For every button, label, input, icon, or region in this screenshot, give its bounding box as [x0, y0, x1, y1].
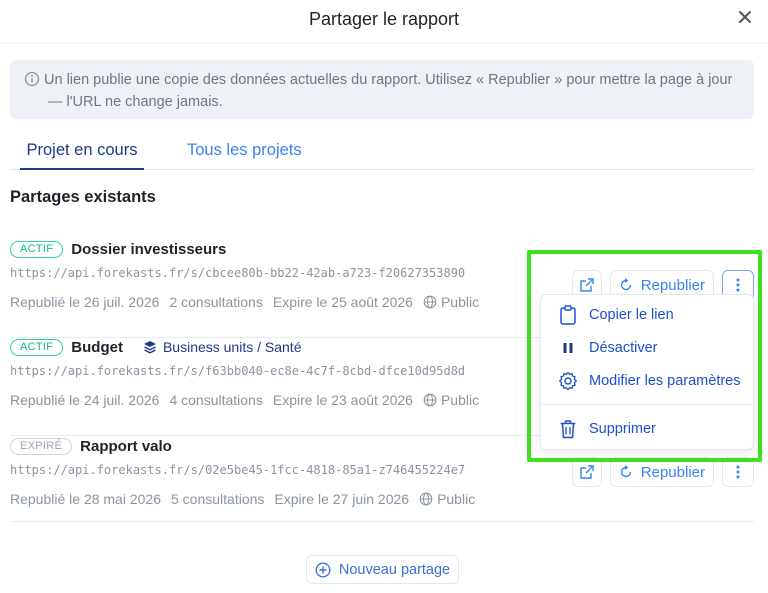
globe-icon	[423, 393, 437, 407]
refresh-icon	[620, 278, 631, 291]
visibility-label: Public	[440, 392, 480, 408]
share-name: Dossier investisseurs	[71, 240, 227, 258]
dialog-title: Partager le rapport	[308, 9, 460, 29]
menu-item-label: Modifier les paramètres	[589, 373, 741, 389]
share-url: https://api.forekasts.fr/s/cbcee80b-bb22…	[10, 266, 466, 280]
share-meta: Republié le 28 mai 2026 5 consultations …	[10, 491, 485, 507]
info-icon	[24, 71, 40, 87]
globe-icon	[423, 295, 437, 309]
view-count: 2 consultations	[169, 294, 263, 310]
expiry-date: Expire le 27 juin 2026	[274, 491, 410, 507]
external-link-icon	[580, 278, 594, 292]
refresh-icon	[620, 465, 631, 478]
menu-item-label: Copier le lien	[589, 307, 674, 323]
share-meta: Republié le 26 juil. 2026 2 consultation…	[10, 294, 489, 310]
tab-bar: Projet en cours Tous les projets	[10, 140, 754, 170]
menu-item-label: Désactiver	[589, 340, 658, 356]
globe-icon	[419, 492, 433, 506]
view-count: 5 consultations	[171, 491, 265, 507]
open-link-button[interactable]	[571, 457, 602, 487]
menu-item-edit-settings[interactable]: Modifier les paramètres	[541, 366, 753, 396]
published-date: Republié le 26 juil. 2026	[10, 294, 160, 310]
share-meta: Republié le 24 juil. 2026 4 consultation…	[10, 392, 489, 408]
visibility-label: Public	[437, 491, 476, 507]
tab-current-project[interactable]: Projet en cours	[20, 141, 144, 170]
status-badge: EXPIRÉ	[10, 437, 73, 455]
plus-circle-icon	[315, 562, 331, 577]
visibility: Public	[423, 392, 479, 408]
republish-button[interactable]: Republier	[609, 457, 714, 487]
tab-all-projects[interactable]: Tous les projets	[187, 141, 302, 160]
more-options-button[interactable]	[722, 457, 754, 487]
menu-item-deactivate[interactable]: Désactiver	[541, 333, 753, 363]
share-name: Budget	[71, 338, 123, 356]
share-url: https://api.forekasts.fr/s/02e5be45-1fcc…	[10, 463, 466, 477]
more-vertical-icon	[736, 465, 740, 479]
new-share-label: Nouveau partage	[338, 561, 451, 578]
more-vertical-icon	[736, 278, 740, 292]
view-count: 4 consultations	[169, 392, 263, 408]
menu-item-delete[interactable]: Supprimer	[541, 414, 753, 444]
gear-icon	[557, 370, 579, 392]
menu-item-label: Supprimer	[589, 421, 656, 437]
share-name: Rapport valo	[80, 437, 172, 455]
folder-tag-label: Business units / Santé	[162, 339, 302, 355]
info-text-line1: Un lien publie une copie des données act…	[44, 72, 733, 88]
close-button[interactable]	[730, 5, 760, 29]
visibility-label: Public	[440, 294, 480, 310]
status-badge: ACTIF	[10, 240, 64, 258]
republish-label: Republier	[640, 463, 705, 481]
published-date: Republié le 24 juil. 2026	[10, 392, 160, 408]
published-date: Republié le 28 mai 2026	[10, 491, 161, 507]
section-title: Partages existants	[10, 188, 156, 206]
new-share-button[interactable]: Nouveau partage	[306, 555, 459, 584]
close-icon	[739, 11, 751, 23]
expiry-date: Expire le 25 août 2026	[272, 294, 413, 310]
folder-tag: Business units / Santé	[143, 339, 302, 355]
layers-icon	[143, 341, 156, 354]
expiry-date: Expire le 23 août 2026	[272, 392, 413, 408]
share-url: https://api.forekasts.fr/s/f63bb040-ec8e…	[10, 364, 466, 378]
info-banner: Un lien publie une copie des données act…	[10, 60, 754, 119]
menu-divider	[541, 404, 753, 405]
external-link-icon	[580, 465, 594, 479]
menu-item-copy-link[interactable]: Copier le lien	[541, 300, 753, 330]
visibility: Public	[419, 491, 475, 507]
visibility: Public	[423, 294, 479, 310]
info-text-line2: — l'URL ne change jamais.	[48, 94, 223, 110]
dialog-header: Partager le rapport	[0, 0, 768, 44]
share-actions: Republier	[571, 457, 754, 487]
share-options-menu: Copier le lien Désactiver Modifier les p…	[540, 294, 754, 450]
trash-icon	[557, 418, 579, 440]
republish-label: Republier	[640, 276, 705, 294]
status-badge: ACTIF	[10, 338, 64, 356]
clipboard-icon	[557, 304, 579, 326]
pause-icon	[557, 337, 579, 359]
